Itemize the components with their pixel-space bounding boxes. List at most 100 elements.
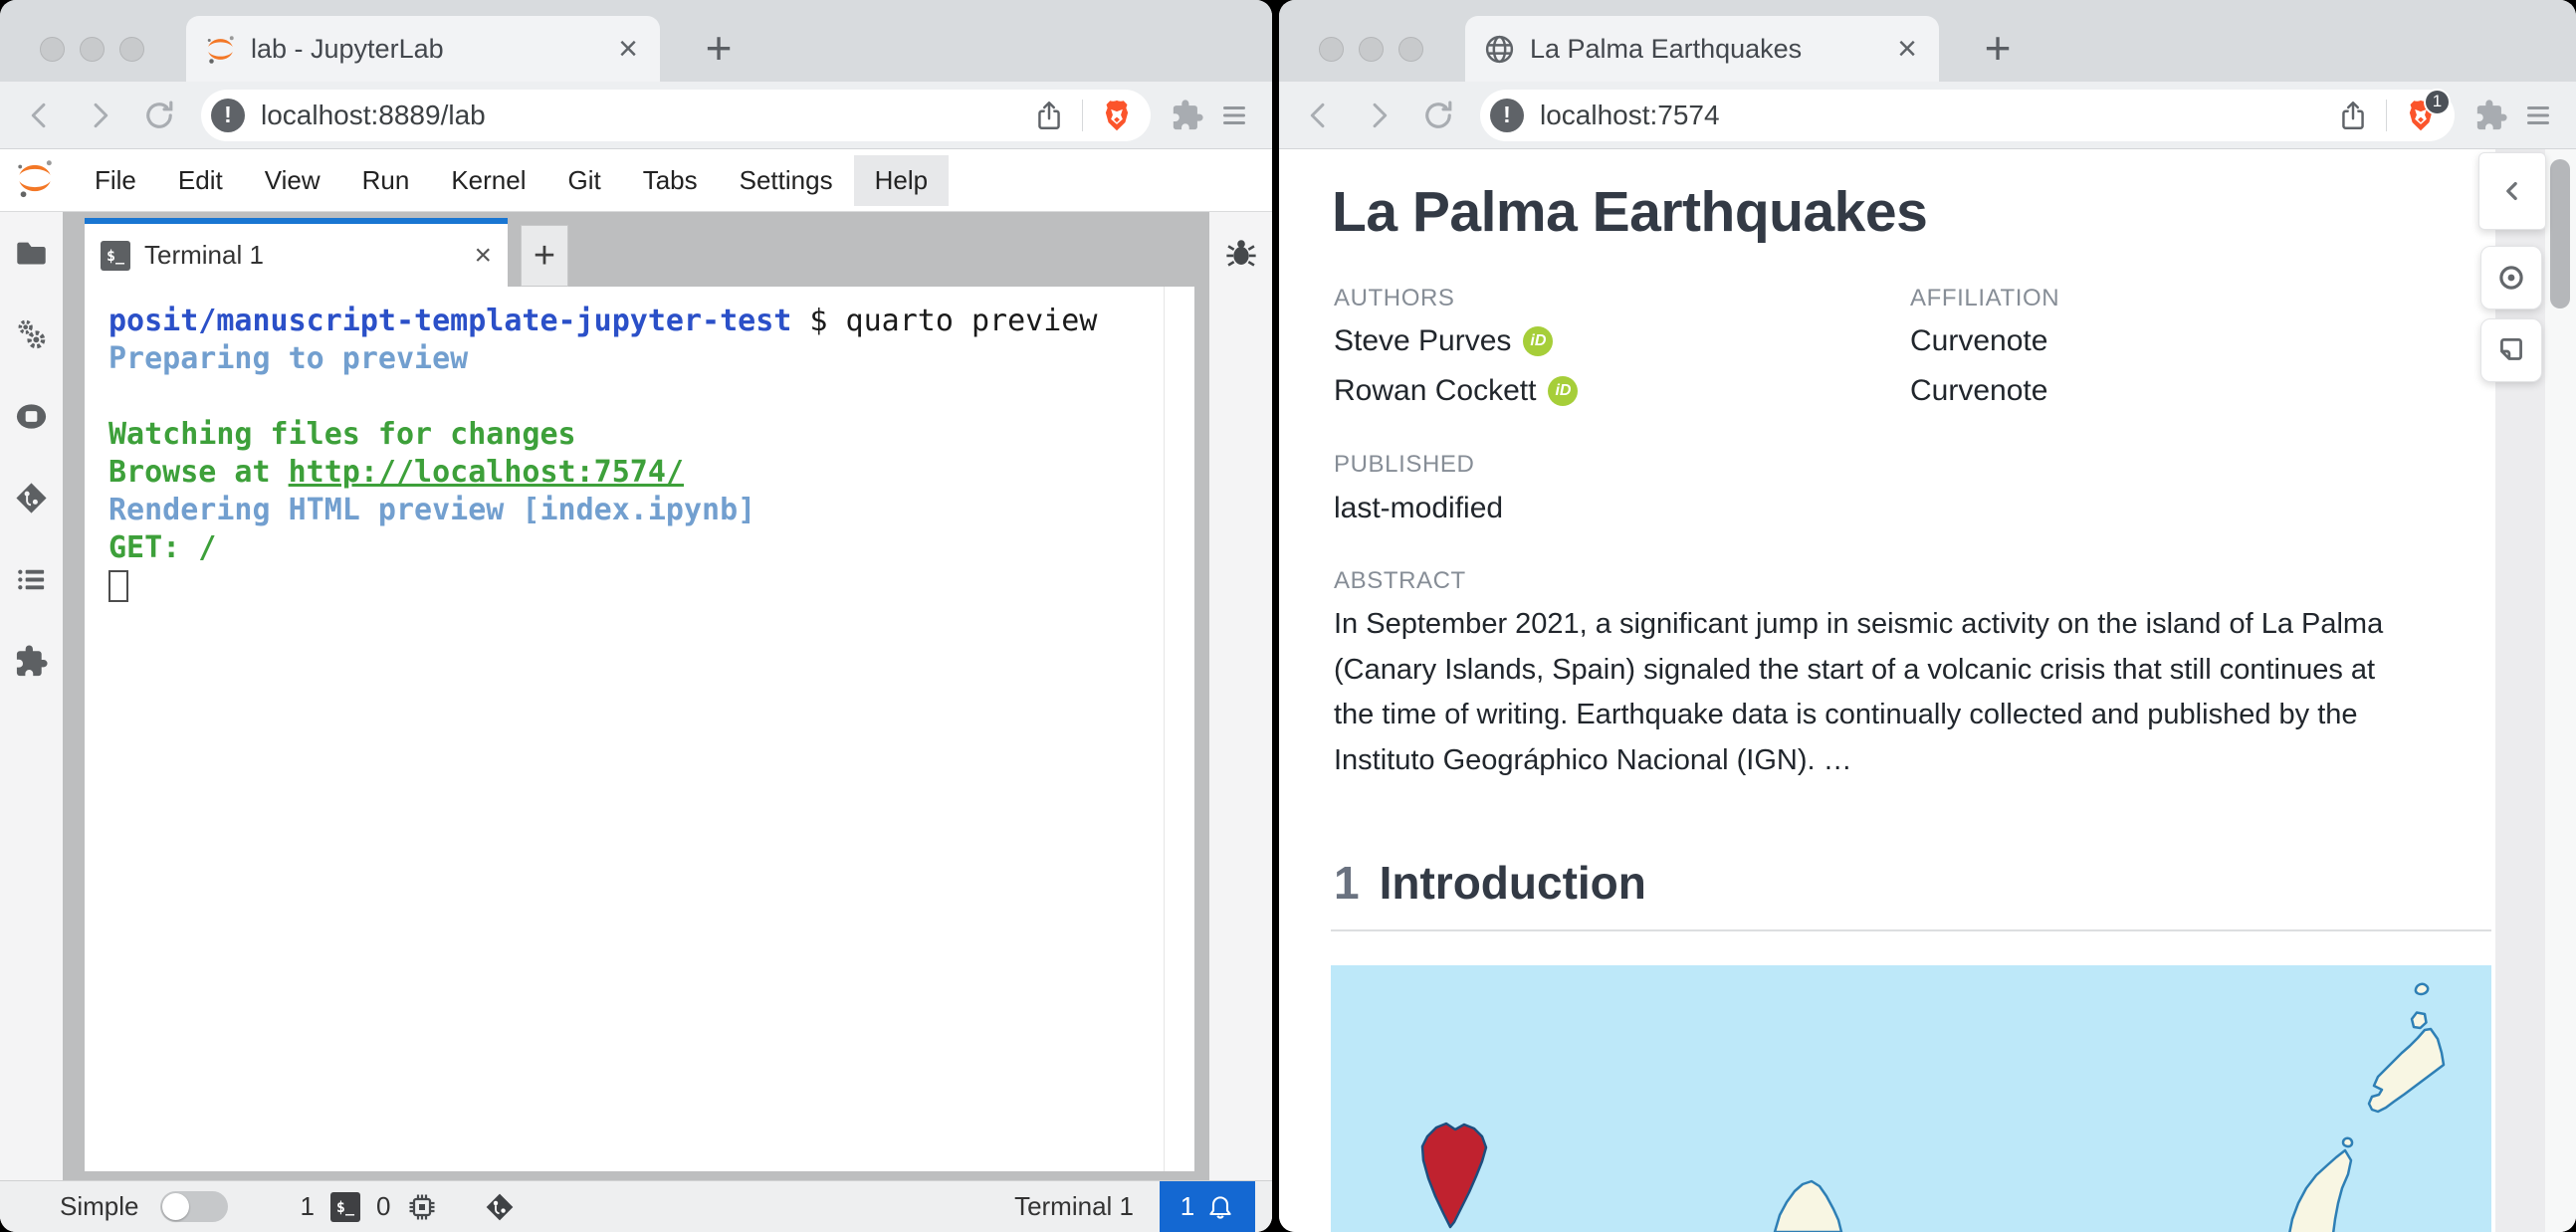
section-title: Introduction [1379,857,1646,909]
back-icon[interactable] [22,98,58,133]
running-sessions-icon[interactable] [14,399,49,434]
author-2-name: Rowan Cockett [1334,374,1537,407]
jupyterlab-menubar: File Edit View Run Kernel Git Tabs Setti… [0,149,1272,211]
browser-tab-jupyterlab[interactable]: lab - JupyterLab × [186,16,660,82]
menu-settings[interactable]: Settings [719,155,854,206]
chevron-left-icon [2506,181,2517,201]
close-tab-icon[interactable]: × [1893,32,1921,66]
zoom-window-button[interactable] [119,37,144,62]
dock-tab-title: Terminal 1 [144,240,264,270]
jupyterlab-statusbar: Simple 1 $_ 0 Terminal 1 1 [0,1180,1272,1232]
browser-toolbar: ! localhost:8889/lab [0,82,1272,149]
close-tab-icon[interactable]: × [614,32,642,66]
forward-icon[interactable] [82,98,117,133]
terminal-count-icon[interactable]: $_ [329,1191,360,1222]
collapse-panel-button[interactable] [2478,152,2546,230]
terminal-panel[interactable]: posit/manuscript-template-jupyter-test $… [85,287,1194,1171]
browser-tab-lapalma[interactable]: La Palma Earthquakes × [1465,16,1939,82]
page-scrollbar[interactable] [2545,149,2576,1232]
site-info-icon[interactable]: ! [1490,98,1524,132]
menu-icon[interactable] [1218,100,1250,131]
toggle-knob [162,1193,190,1220]
menu-kernel[interactable]: Kernel [430,155,546,206]
new-launcher-button[interactable]: + [521,225,568,287]
back-icon[interactable] [1301,98,1337,133]
traffic-lights [1319,37,1423,62]
author-2: Rowan Cockett iD [1334,374,1579,408]
brave-shields-icon[interactable] [1099,98,1135,133]
git-icon[interactable] [14,481,49,515]
map-figure [1331,965,2491,1232]
note-icon [2500,337,2522,360]
menu-run[interactable]: Run [341,155,431,206]
table-of-contents-icon[interactable] [14,562,49,597]
menu-icon[interactable] [2522,100,2554,131]
browser-window-preview: La Palma Earthquakes × + ! localhost:757… [1279,0,2576,1232]
author-1: Steve Purves iD [1334,324,1554,358]
file-browser-icon[interactable] [14,236,49,271]
minimize-window-button[interactable] [1359,37,1384,62]
scrollbar-thumb[interactable] [2550,159,2570,308]
simple-mode-toggle[interactable] [160,1191,229,1222]
orcid-icon[interactable]: iD [1523,326,1554,356]
terminal-count: 1 [300,1191,315,1221]
property-inspector-gears-icon[interactable] [14,317,49,352]
terminal-icon: $_ [101,240,130,271]
share-icon[interactable] [1032,99,1066,132]
tab-terminal-1[interactable]: $_ Terminal 1 × [85,218,508,287]
annotations-button[interactable] [2480,318,2542,382]
notifications-badge[interactable]: 1 [1160,1181,1255,1232]
minimize-window-button[interactable] [80,37,105,62]
terminal-line: Browse at http://localhost:7574/ [108,455,684,490]
menu-edit[interactable]: Edit [157,155,244,206]
current-context-label[interactable]: Terminal 1 [1014,1191,1134,1222]
extensions-icon[interactable] [1171,99,1204,132]
menu-tabs[interactable]: Tabs [622,155,719,206]
main-dock-panel: $_ Terminal 1 × + posit/manuscript-templ… [63,212,1209,1180]
preview-visibility-button[interactable] [2480,246,2542,309]
url-text[interactable]: localhost:8889/lab [261,100,1032,131]
debugger-bug-icon[interactable] [1223,234,1259,270]
brave-shields-icon[interactable]: 1 [2403,88,2451,133]
site-info-icon[interactable]: ! [211,98,245,132]
bell-icon [1206,1193,1234,1221]
address-bar[interactable]: ! localhost:8889/lab [201,89,1151,141]
island-alegranza [2414,982,2430,996]
share-icon[interactable] [2336,99,2370,132]
menu-help[interactable]: Help [853,154,950,206]
close-window-button[interactable] [1319,37,1344,62]
new-tab-button[interactable]: + [689,17,749,79]
new-tab-button[interactable]: + [1968,17,2028,79]
jupyter-logo [14,157,56,203]
url-text[interactable]: localhost:7574 [1540,100,2336,131]
author-1-name: Steve Purves [1334,324,1512,357]
extensions-icon[interactable] [2474,99,2508,132]
tab-title: La Palma Earthquakes [1530,33,1803,64]
jupyter-favicon [204,33,237,66]
orcid-icon[interactable]: iD [1548,376,1579,406]
reload-icon[interactable] [1420,98,1456,133]
islet-lobos [2341,1136,2354,1148]
side-panel-gutter [2495,149,2545,1232]
menu-git[interactable]: Git [546,155,621,206]
shields-count-badge: 1 [2424,88,2451,115]
notification-count: 1 [1180,1191,1195,1221]
close-window-button[interactable] [40,37,65,62]
menu-file[interactable]: File [74,155,157,206]
abstract-label: ABSTRACT [1334,567,1466,594]
extension-manager-icon[interactable] [14,644,49,679]
forward-icon[interactable] [1361,98,1396,133]
address-bar[interactable]: ! localhost:7574 1 [1480,88,2455,141]
close-dock-tab-icon[interactable]: × [474,239,492,273]
affiliation-label: AFFILIATION [1910,285,2060,311]
zoom-window-button[interactable] [1398,37,1423,62]
git-branch-icon[interactable] [484,1191,516,1223]
published-label: PUBLISHED [1334,451,1475,478]
author-2-affiliation: Curvenote [1910,374,2048,407]
reload-icon[interactable] [141,98,177,133]
jupyterlab-right-sidebar [1209,212,1272,1180]
tab-strip: lab - JupyterLab × + [0,0,1272,82]
kernel-chip-icon[interactable] [406,1191,438,1223]
menu-view[interactable]: View [244,155,341,206]
terminal-link[interactable]: http://localhost:7574/ [289,455,684,490]
